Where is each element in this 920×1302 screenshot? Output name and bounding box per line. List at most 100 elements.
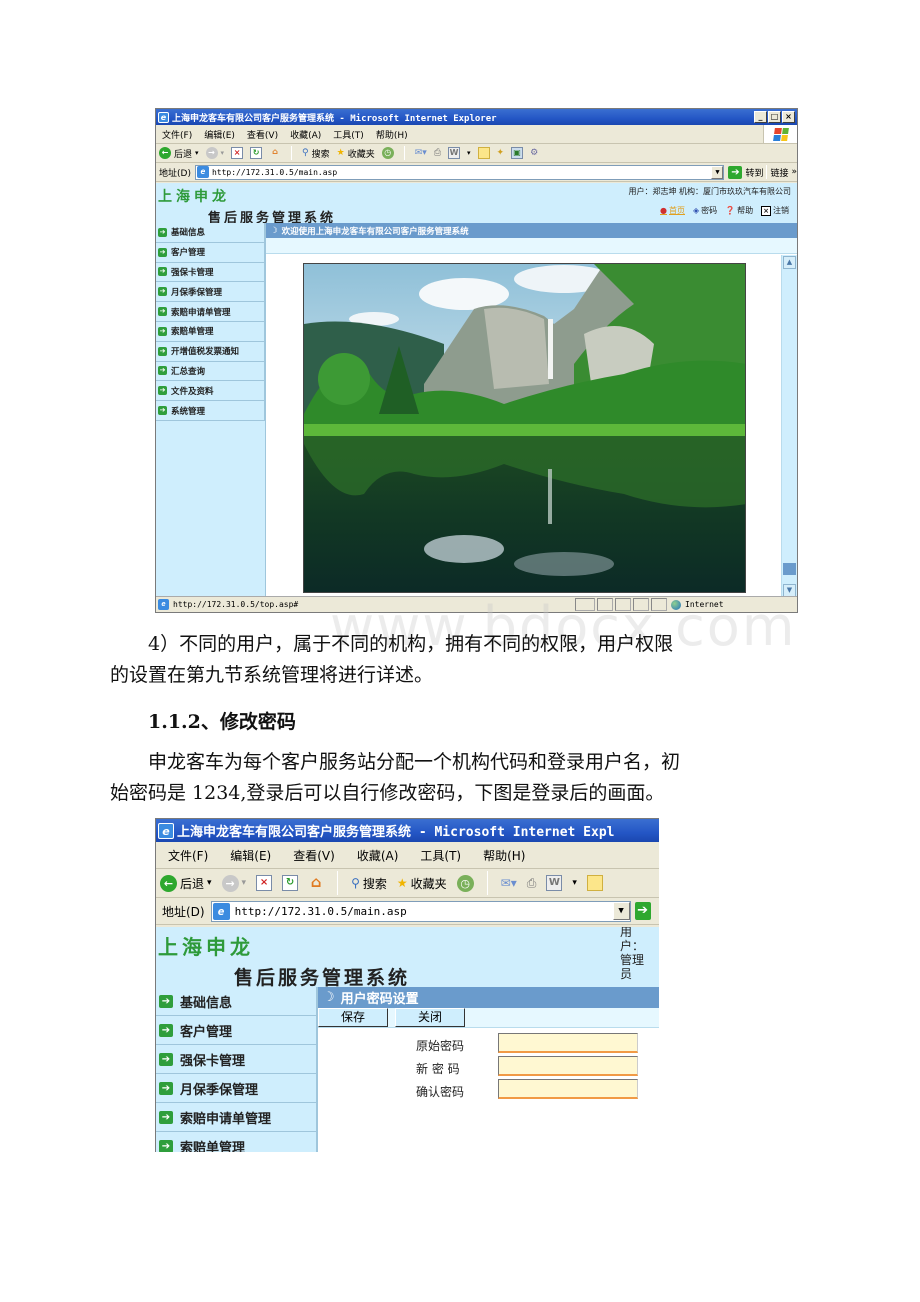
search-button[interactable]: ⚲ 搜索 [302, 147, 330, 160]
vertical-scrollbar[interactable]: ▲ ▼ [781, 255, 797, 598]
menu-edit[interactable]: 编辑(E) [204, 128, 235, 141]
go-button[interactable]: ➔ 转到 [728, 165, 763, 179]
title-bar: e 上海申龙客车有限公司客户服务管理系统 - Microsoft Interne… [156, 109, 797, 125]
sidebar-item-system[interactable]: ➔ 系统管理 [156, 401, 265, 421]
close-button[interactable]: 关闭 [395, 1008, 465, 1027]
logout-link[interactable]: × 注销 [761, 205, 789, 216]
home-icon[interactable]: ⌂ [308, 875, 324, 891]
stop-icon[interactable]: × [231, 147, 244, 159]
address-bar: 地址(D) e http://172.31.0.5/main.asp ▼ ➔ [156, 898, 659, 925]
favorites-button[interactable]: ★ 收藏夹 [397, 875, 447, 892]
back-button[interactable]: ← 后退 ▾ [159, 147, 199, 160]
sidebar-item-customer[interactable]: ➔ 客户管理 [156, 242, 265, 263]
ie-window-password: e 上海申龙客车有限公司客户服务管理系统 - Microsoft Interne… [155, 818, 659, 1152]
print-icon[interactable]: ⎙ [434, 148, 441, 158]
sidebar-item-invoice[interactable]: ➔ 开增值税发票通知 [156, 341, 265, 362]
menu-view[interactable]: 查看(V) [247, 128, 278, 141]
back-dropdown-icon[interactable]: ▾ [195, 149, 199, 157]
links-button[interactable]: 链接 » [770, 166, 797, 179]
menu-favorites[interactable]: 收藏(A) [357, 847, 399, 864]
shield-icon: ◈ [693, 206, 700, 215]
history-icon[interactable]: ◷ [456, 874, 474, 892]
ie-logo-icon: e [158, 822, 174, 839]
sidebar-item-label: 系统管理 [171, 406, 206, 417]
help-link[interactable]: ❓ 帮助 [725, 205, 753, 216]
menu-help[interactable]: 帮助(H) [376, 128, 408, 141]
section-heading: 1.1.2、修改密码 [148, 711, 296, 733]
search-button[interactable]: ⚲ 搜索 [351, 875, 387, 892]
word-icon[interactable]: W [546, 875, 563, 891]
menu-edit[interactable]: 编辑(E) [230, 847, 271, 864]
top-links: ● 首页 ◈ 密码 ❓ 帮助 × 注销 [660, 205, 789, 216]
menu-tools[interactable]: 工具(T) [420, 847, 461, 864]
word-icon[interactable]: W [448, 147, 461, 159]
back-dropdown-icon[interactable]: ▾ [207, 878, 212, 888]
menu-tools[interactable]: 工具(T) [333, 128, 364, 141]
mail-icon[interactable]: ✉▾ [501, 876, 517, 890]
home-link[interactable]: ● 首页 [660, 205, 685, 216]
toolbar-extra-icon[interactable]: ⚙ [530, 148, 538, 158]
arrow-right-icon: ➔ [158, 386, 167, 396]
confirm-password-input[interactable] [498, 1079, 638, 1099]
print-icon[interactable]: ⎙ [527, 876, 537, 891]
refresh-icon[interactable]: ↻ [282, 875, 299, 891]
history-icon[interactable]: ◷ [381, 147, 394, 159]
sidebar-item-documents[interactable]: ➔ 文件及资料 [156, 381, 265, 402]
sidebar-item-warranty-card[interactable]: ➔ 强保卡管理 [156, 262, 265, 283]
menu-file[interactable]: 文件(F) [168, 847, 208, 864]
word-dropdown-icon[interactable]: ▾ [467, 149, 471, 157]
menu-file[interactable]: 文件(F) [162, 128, 192, 141]
favorites-button[interactable]: ★ 收藏夹 [337, 147, 375, 160]
arrow-right-icon: ➔ [158, 326, 167, 336]
site-logo: 上海申龙 [158, 189, 230, 205]
notes-icon[interactable] [586, 875, 603, 891]
address-dropdown-button[interactable]: ▼ [612, 902, 630, 920]
forward-dropdown-icon[interactable]: ▾ [221, 149, 225, 157]
old-password-input[interactable] [498, 1033, 638, 1053]
site-logo: 上海申龙 [158, 935, 254, 959]
sidebar-item-warranty-card[interactable]: ➔ 强保卡管理 [156, 1045, 317, 1074]
sidebar-item-basic-info[interactable]: ➔ 基础信息 [156, 987, 317, 1016]
address-label: 地址(D) [162, 904, 205, 919]
go-arrow-icon[interactable]: ➔ [634, 902, 651, 920]
menu-view[interactable]: 查看(V) [293, 847, 335, 864]
save-button[interactable]: 保存 [318, 1008, 388, 1027]
scroll-thumb[interactable] [783, 563, 796, 575]
mail-icon[interactable]: ✉▾ [415, 148, 427, 158]
address-dropdown-button[interactable]: ▼ [711, 165, 724, 179]
sidebar-item-maintenance[interactable]: ➔ 月保季保管理 [156, 1074, 317, 1103]
password-link[interactable]: ◈ 密码 [693, 205, 717, 216]
menu-help[interactable]: 帮助(H) [483, 847, 525, 864]
notes-icon[interactable] [477, 147, 490, 159]
forward-button[interactable]: → ▾ [221, 874, 247, 892]
stop-icon[interactable]: × [256, 875, 273, 891]
address-input[interactable]: e http://172.31.0.5/main.asp ▼ [194, 164, 725, 180]
toolbar-separator [291, 146, 293, 160]
new-password-input[interactable] [498, 1056, 638, 1076]
forward-button[interactable]: → ▾ [205, 147, 225, 159]
messenger-icon[interactable]: ✦ [497, 148, 505, 158]
close-box-icon: × [761, 205, 771, 216]
refresh-icon[interactable]: ↻ [250, 147, 263, 159]
ie-logo-icon: e [158, 111, 169, 123]
address-input[interactable]: e http://172.31.0.5/main.asp ▼ [210, 900, 631, 922]
sidebar-item-summary[interactable]: ➔ 汇总查询 [156, 361, 265, 382]
arrow-right-icon: ➔ [158, 227, 167, 237]
media-icon[interactable]: ▣ [511, 147, 524, 159]
sidebar-item-claim[interactable]: ➔ 索赔单管理 [156, 1132, 317, 1152]
forward-dropdown-icon[interactable]: ▾ [242, 878, 247, 888]
sidebar-item-claim-request[interactable]: ➔ 索赔申请单管理 [156, 1103, 317, 1132]
sidebar-item-basic-info[interactable]: ➔ 基础信息 [156, 223, 265, 243]
scroll-up-button[interactable]: ▲ [783, 256, 796, 269]
sidebar-item-claim-request[interactable]: ➔ 索赔申请单管理 [156, 302, 265, 322]
sidebar-item-maintenance[interactable]: ➔ 月保季保管理 [156, 282, 265, 303]
maximize-button[interactable]: □ [768, 111, 781, 123]
sidebar-item-claim[interactable]: ➔ 索赔单管理 [156, 321, 265, 342]
home-icon[interactable]: ⌂ [269, 147, 281, 159]
back-button[interactable]: ← 后退 ▾ [160, 874, 212, 892]
word-dropdown-icon[interactable]: ▾ [572, 878, 577, 888]
sidebar-item-customer[interactable]: ➔ 客户管理 [156, 1016, 317, 1045]
minimize-button[interactable]: _ [754, 111, 767, 123]
menu-favorites[interactable]: 收藏(A) [290, 128, 321, 141]
close-button[interactable]: × [782, 111, 795, 123]
